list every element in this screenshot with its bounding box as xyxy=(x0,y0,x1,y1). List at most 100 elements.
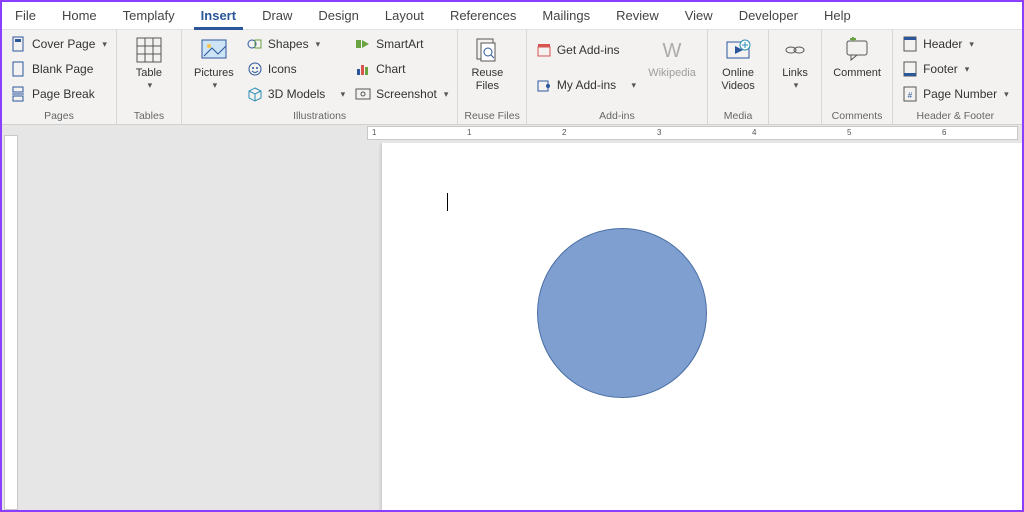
link-icon xyxy=(780,35,810,65)
header-icon xyxy=(902,36,918,52)
chevron-down-icon: ▾ xyxy=(148,80,153,90)
pictures-icon xyxy=(199,35,229,65)
screenshot-button[interactable]: Screenshot▾ xyxy=(352,82,451,106)
chevron-down-icon: ▾ xyxy=(1004,89,1009,100)
reuse-files-icon xyxy=(472,35,502,65)
comment-icon xyxy=(842,35,872,65)
wikipedia-button: W Wikipedia xyxy=(643,32,701,80)
links-button[interactable]: Links ▾ xyxy=(775,32,815,90)
shapes-button[interactable]: Shapes▾ xyxy=(244,32,348,56)
screenshot-icon xyxy=(355,86,371,102)
tab-view[interactable]: View xyxy=(672,2,726,29)
video-icon xyxy=(723,35,753,65)
text-cursor xyxy=(447,193,448,211)
tab-insert[interactable]: Insert xyxy=(188,2,249,29)
reuse-files-button[interactable]: Reuse Files xyxy=(464,32,510,92)
document-page[interactable] xyxy=(382,143,1022,510)
page-break-label: Page Break xyxy=(32,87,95,101)
cover-page-button[interactable]: Cover Page ▾ xyxy=(8,32,110,56)
ruler-mark: 6 xyxy=(942,128,946,137)
blank-page-button[interactable]: Blank Page xyxy=(8,57,110,81)
table-label: Table xyxy=(136,67,162,80)
chevron-down-icon: ▾ xyxy=(213,80,218,90)
smartart-icon xyxy=(355,36,371,52)
horizontal-ruler[interactable]: 1 1 2 3 4 5 6 7 xyxy=(22,125,1022,143)
svg-text:W: W xyxy=(663,40,682,61)
chevron-down-icon: ▾ xyxy=(965,64,970,75)
icons-label: Icons xyxy=(268,62,297,76)
online-videos-label: Online Videos xyxy=(716,67,760,92)
pictures-button[interactable]: Pictures ▾ xyxy=(188,32,240,90)
chevron-down-icon: ▾ xyxy=(969,39,974,50)
header-label: Header xyxy=(923,37,962,51)
tab-templafy[interactable]: Templafy xyxy=(110,2,188,29)
group-header-footer-label: Header & Footer xyxy=(899,109,1012,123)
footer-label: Footer xyxy=(923,62,958,76)
chevron-down-icon: ▾ xyxy=(444,89,449,100)
work-area: 1 1 2 3 4 5 6 7 xyxy=(2,125,1022,510)
blank-page-icon xyxy=(11,61,27,77)
shapes-icon xyxy=(247,36,263,52)
page-break-icon xyxy=(11,86,27,102)
icons-button[interactable]: Icons xyxy=(244,57,348,81)
group-illustrations-label: Illustrations xyxy=(188,109,451,123)
ruler-mark: 5 xyxy=(847,128,851,137)
group-media: Online Videos Media xyxy=(708,30,769,124)
ruler-mark: 3 xyxy=(657,128,661,137)
chevron-down-icon: ▾ xyxy=(341,89,346,100)
group-media-label: Media xyxy=(714,109,762,123)
ruler-mark: 1 xyxy=(467,128,471,137)
page-area[interactable] xyxy=(22,143,1022,510)
tab-design[interactable]: Design xyxy=(305,2,371,29)
chart-button[interactable]: Chart xyxy=(352,57,451,81)
group-addins: Get Add-ins My Add-ins ▾ W Wikipedia Add… xyxy=(527,30,708,124)
tab-help[interactable]: Help xyxy=(811,2,864,29)
comment-label: Comment xyxy=(833,67,881,80)
footer-icon xyxy=(902,61,918,77)
online-videos-button[interactable]: Online Videos xyxy=(714,32,762,92)
get-addins-label: Get Add-ins xyxy=(557,43,620,57)
chevron-down-icon: ▾ xyxy=(632,80,637,91)
footer-button[interactable]: Footer ▾ xyxy=(899,57,1012,81)
tab-mailings[interactable]: Mailings xyxy=(529,2,603,29)
group-header-footer: Header ▾ Footer ▾ # Page Number▾ Header & … xyxy=(893,30,1018,124)
group-comments: Comment Comments xyxy=(822,30,893,124)
my-addins-button[interactable]: My Add-ins ▾ xyxy=(533,73,639,97)
ruler-mark: 2 xyxy=(562,128,566,137)
group-tables-label: Tables xyxy=(123,109,175,123)
pictures-label: Pictures xyxy=(194,67,234,80)
smartart-button[interactable]: SmartArt xyxy=(352,32,451,56)
links-label: Links xyxy=(782,67,808,80)
header-button[interactable]: Header ▾ xyxy=(899,32,1012,56)
cube-icon xyxy=(247,86,263,102)
ruler-mark: 4 xyxy=(752,128,756,137)
group-tables: Table ▾ Tables xyxy=(117,30,182,124)
svg-text:#: # xyxy=(908,91,913,100)
shapes-label: Shapes xyxy=(268,37,309,51)
tab-draw[interactable]: Draw xyxy=(249,2,305,29)
chevron-down-icon: ▾ xyxy=(102,39,107,50)
puzzle-icon xyxy=(536,77,552,93)
wikipedia-label: Wikipedia xyxy=(648,67,696,80)
3d-models-button[interactable]: 3D Models ▾ xyxy=(244,82,348,106)
chart-label: Chart xyxy=(376,62,405,76)
group-addins-label: Add-ins xyxy=(533,109,701,123)
comment-button[interactable]: Comment xyxy=(828,32,886,80)
tab-home[interactable]: Home xyxy=(49,2,110,29)
tab-developer[interactable]: Developer xyxy=(726,2,811,29)
tab-review[interactable]: Review xyxy=(603,2,672,29)
smartart-label: SmartArt xyxy=(376,37,423,51)
circle-shape[interactable] xyxy=(537,228,707,398)
tab-references[interactable]: References xyxy=(437,2,529,29)
get-addins-button[interactable]: Get Add-ins xyxy=(533,38,639,62)
blank-page-label: Blank Page xyxy=(32,62,93,76)
page-break-button[interactable]: Page Break xyxy=(8,82,110,106)
group-reuse-files: Reuse Files Reuse Files xyxy=(458,30,526,124)
vertical-ruler[interactable] xyxy=(2,125,22,510)
tab-layout[interactable]: Layout xyxy=(372,2,437,29)
tab-file[interactable]: File xyxy=(2,2,49,29)
table-button[interactable]: Table ▾ xyxy=(123,32,175,90)
cover-page-label: Cover Page xyxy=(32,37,95,51)
cover-page-icon xyxy=(11,36,27,52)
page-number-button[interactable]: # Page Number▾ xyxy=(899,82,1012,106)
